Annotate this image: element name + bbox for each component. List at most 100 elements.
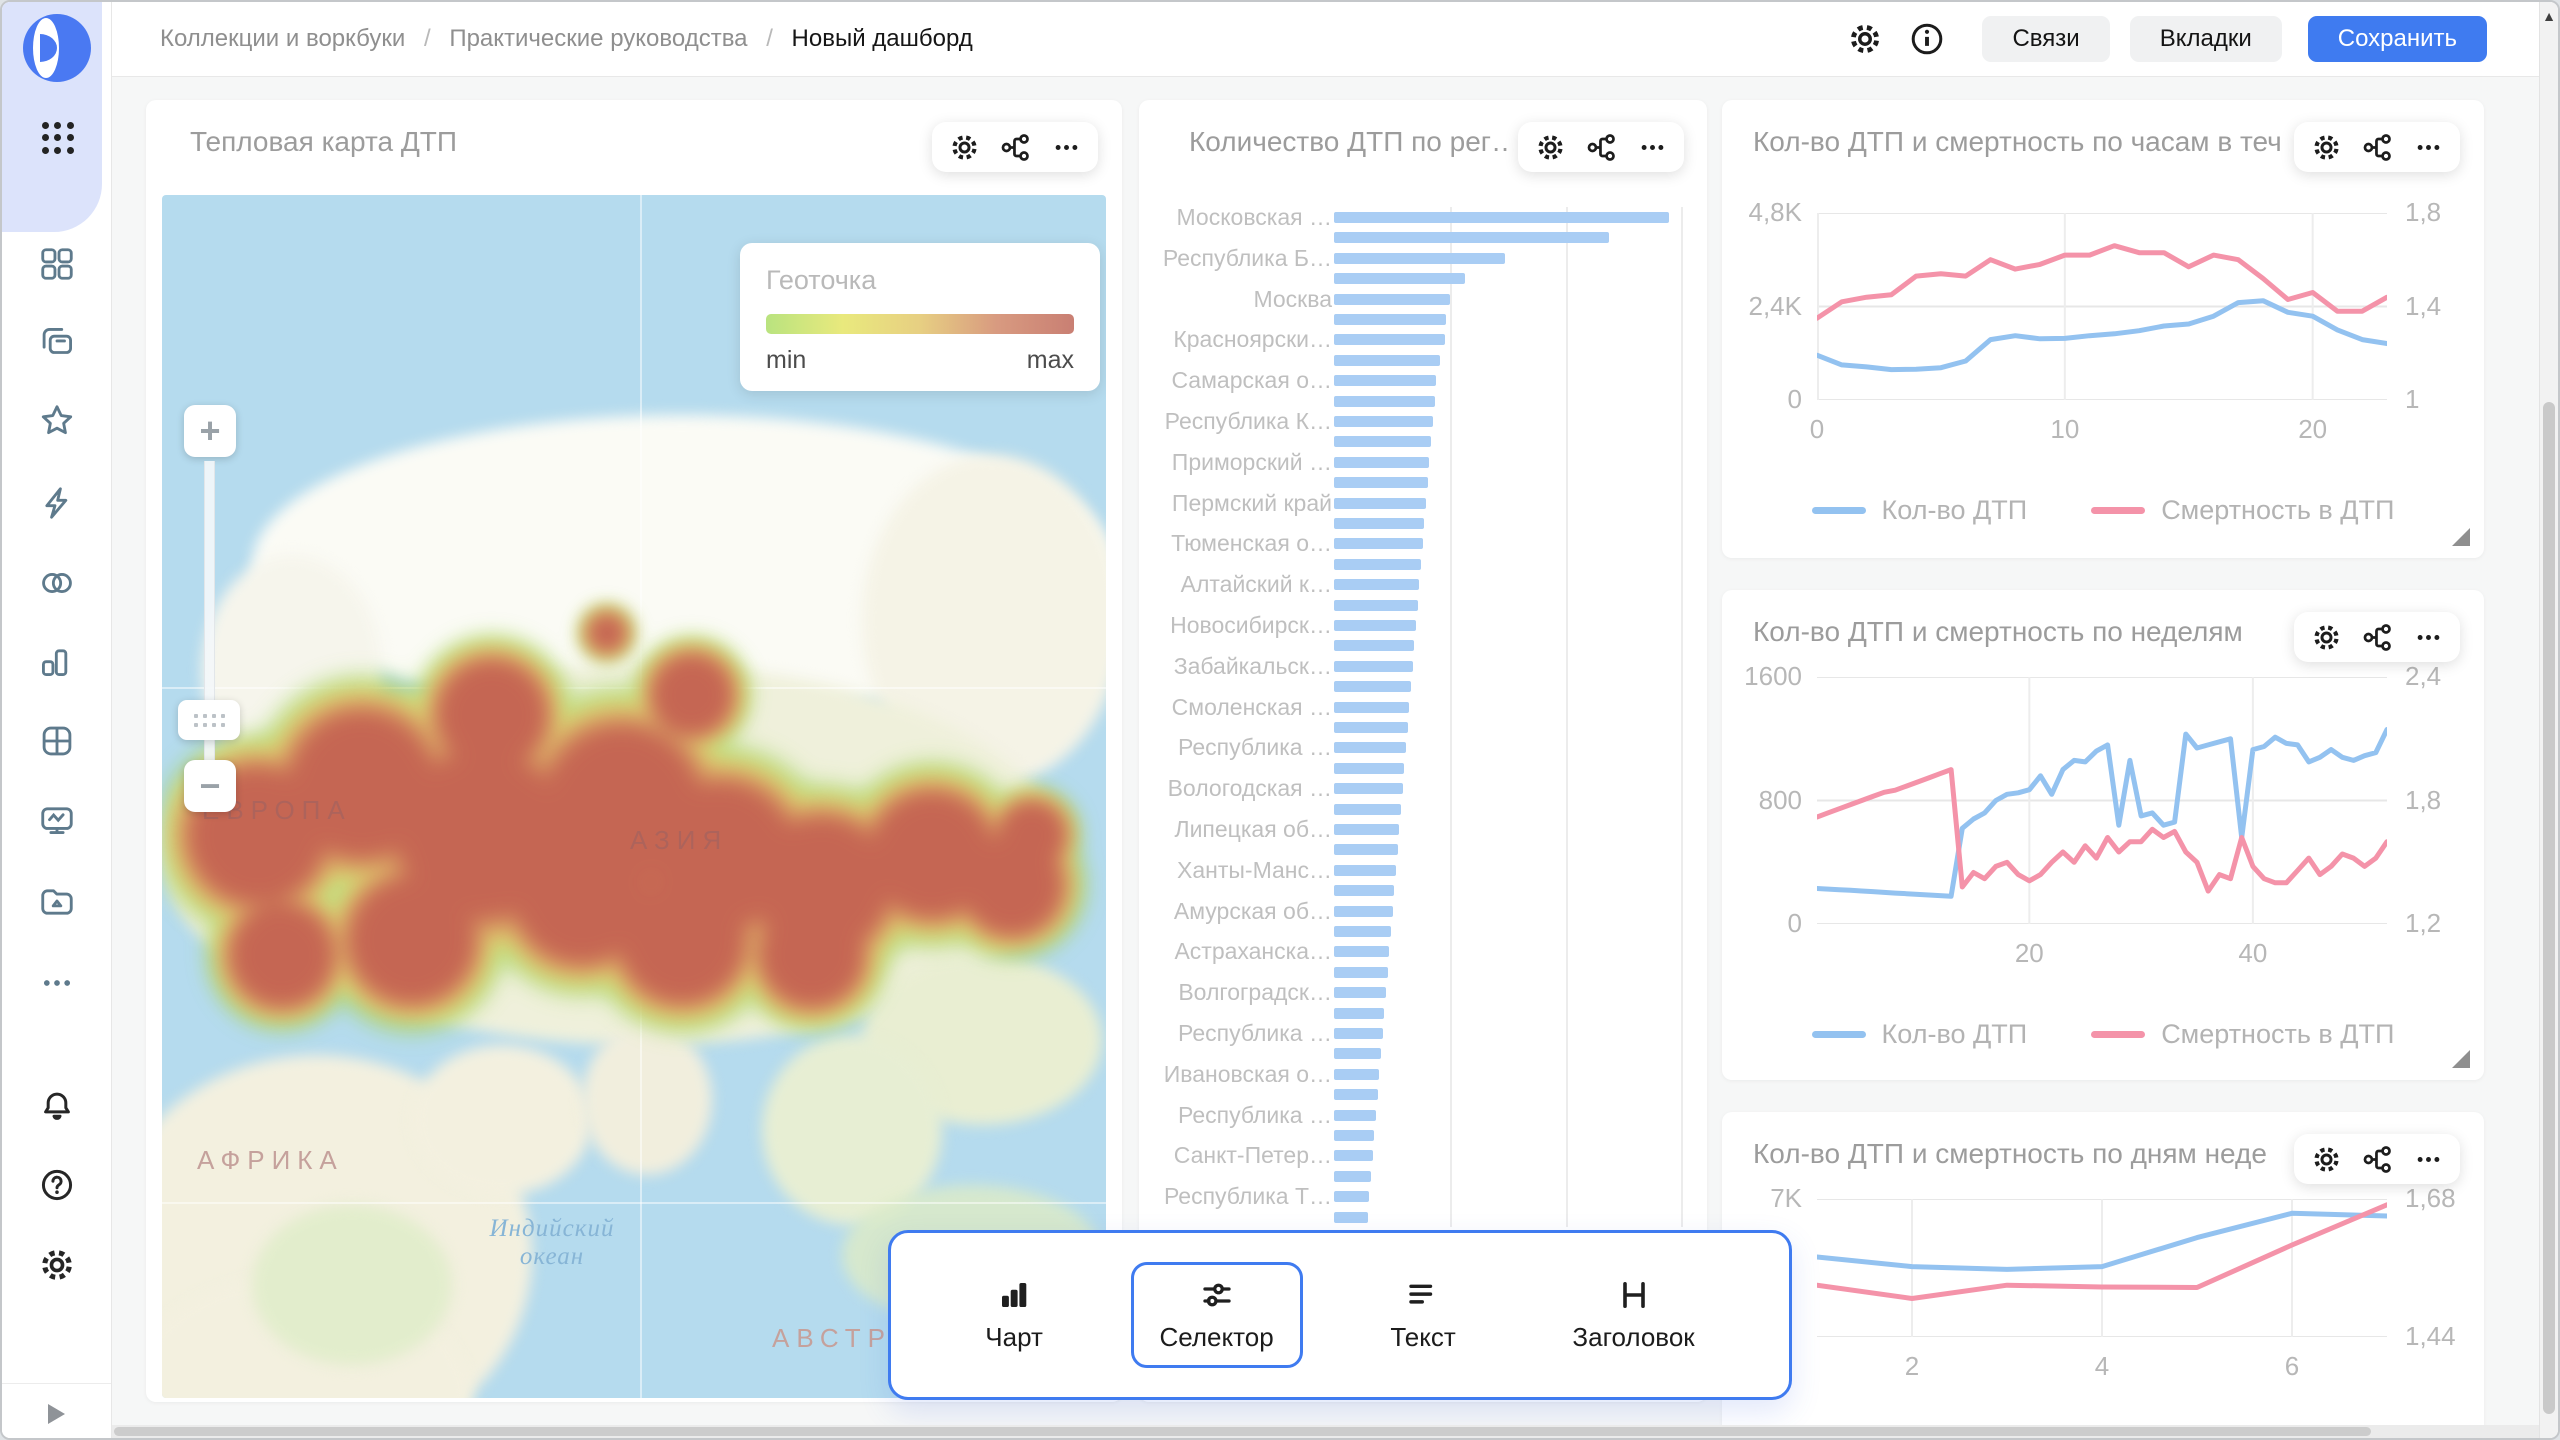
bar-row[interactable]: Республика … [1162,737,1684,758]
save-button[interactable]: Сохранить [2308,16,2487,62]
info-button[interactable] [1906,18,1948,60]
bar-row[interactable]: Приморский … [1162,452,1684,473]
resize-handle[interactable] [2452,528,2470,546]
bar[interactable] [1334,294,1450,305]
bar[interactable] [1334,355,1440,366]
bar[interactable] [1334,620,1416,631]
bar-row[interactable]: Республика К… [1162,411,1684,432]
bar[interactable] [1334,1150,1373,1161]
sidebar-item-help[interactable] [38,1166,76,1204]
widget-settings-icon[interactable] [1535,132,1566,163]
bar[interactable] [1334,559,1421,570]
bar[interactable] [1334,661,1413,672]
bar[interactable] [1334,518,1424,529]
toolbar-item-text[interactable]: Текст [1361,1262,1484,1368]
vertical-scrollbar-thumb[interactable] [2543,402,2555,1414]
toolbar-item-heading[interactable]: Заголовок [1543,1262,1723,1368]
bar[interactable] [1334,273,1465,284]
widget-menu-icon[interactable] [2413,622,2444,653]
map[interactable]: ЕВРОПА АЗИЯ АФРИКА Индийский океан АВСТР… [162,195,1106,1398]
bar-row[interactable]: Новосибирск… [1162,615,1684,636]
bar[interactable] [1334,742,1406,753]
horizontal-scrollbar-thumb[interactable] [114,1427,2371,1436]
bar-row[interactable]: Смоленская … [1162,697,1684,718]
legend-item[interactable]: Кол-во ДТП [1812,495,2028,526]
toolbar-item-selector[interactable]: Селектор [1131,1262,1303,1368]
bar-row[interactable]: Ханты-Манс… [1162,860,1684,881]
bar[interactable] [1334,1048,1381,1059]
bar[interactable] [1334,967,1388,978]
legend-item[interactable]: Кол-во ДТП [1812,1019,2028,1050]
bar-row[interactable]: Тюменская о… [1162,533,1684,554]
sidebar-expand-button[interactable] [2,1383,111,1429]
bar[interactable] [1334,1110,1376,1121]
sidebar-item-favorites[interactable] [38,402,76,440]
sidebar-item-notifications[interactable] [38,1088,76,1126]
resize-handle[interactable] [2452,1050,2470,1068]
bar[interactable] [1334,579,1419,590]
bar-row[interactable] [1162,1207,1684,1228]
bar[interactable] [1334,477,1428,488]
sidebar-item-storage[interactable] [38,882,76,920]
datalens-logo[interactable] [21,12,93,84]
sidebar-item-quick-actions[interactable] [38,484,76,522]
bar-row[interactable]: Волгоградск… [1162,982,1684,1003]
sidebar-item-connections[interactable] [38,564,76,602]
links-button[interactable]: Связи [1982,16,2109,62]
bar[interactable] [1334,763,1404,774]
bar[interactable] [1334,457,1429,468]
bar[interactable] [1334,783,1403,794]
widget-settings-icon[interactable] [949,132,980,163]
line-plot[interactable] [1817,677,2387,924]
breadcrumb-guides[interactable]: Практические руководства [449,25,747,52]
bar-row[interactable]: Республика … [1162,1105,1684,1126]
bar-row[interactable]: Астраханска… [1162,941,1684,962]
tabs-button[interactable]: Вкладки [2130,16,2282,62]
bar[interactable] [1334,314,1446,325]
bar[interactable] [1334,804,1401,815]
bar[interactable] [1334,702,1409,713]
bar[interactable] [1334,498,1426,509]
bar[interactable] [1334,396,1435,407]
bar[interactable] [1334,334,1445,345]
bar-row[interactable]: Республика Б… [1162,248,1684,269]
widget-settings-icon[interactable] [2311,622,2342,653]
widget-menu-icon[interactable] [2413,1144,2444,1175]
bar-row[interactable]: Забайкальск… [1162,656,1684,677]
bar[interactable] [1334,1089,1378,1100]
bar-row[interactable]: Республика … [1162,1023,1684,1044]
sidebar-item-collections[interactable] [38,245,76,283]
widget-relations-icon[interactable] [2362,1144,2393,1175]
bar[interactable] [1334,600,1418,611]
bar[interactable] [1334,1069,1379,1080]
bar[interactable] [1334,926,1391,937]
bar-row[interactable]: Красноярски… [1162,329,1684,350]
bar[interactable] [1334,232,1609,243]
sidebar-item-settings[interactable] [38,1246,76,1284]
bar-row[interactable]: Санкт-Петер… [1162,1145,1684,1166]
widget-menu-icon[interactable] [1637,132,1668,163]
bar-row[interactable]: Ивановская о… [1162,1064,1684,1085]
bar[interactable] [1334,253,1505,264]
bar[interactable] [1334,416,1433,427]
widget-settings-icon[interactable] [2311,1144,2342,1175]
bar-row[interactable]: Республика Т… [1162,1186,1684,1207]
bar[interactable] [1334,538,1423,549]
line-plot[interactable] [1817,213,2387,400]
bar[interactable] [1334,906,1393,917]
bar-row[interactable]: Московская … [1162,207,1684,228]
bar[interactable] [1334,946,1389,957]
vertical-scrollbar[interactable]: ▲ [2539,2,2558,1440]
bar[interactable] [1334,640,1414,651]
widget-menu-icon[interactable] [1051,132,1082,163]
sidebar-item-charts[interactable] [38,644,76,682]
bar[interactable] [1334,824,1399,835]
apps-grid-icon[interactable] [38,118,78,158]
widget-relations-icon[interactable] [1586,132,1617,163]
widget-relations-icon[interactable] [2362,132,2393,163]
bar-row[interactable]: Москва [1162,289,1684,310]
bar[interactable] [1334,722,1408,733]
bar[interactable] [1334,436,1431,447]
bar[interactable] [1334,681,1411,692]
bar[interactable] [1334,1191,1369,1202]
